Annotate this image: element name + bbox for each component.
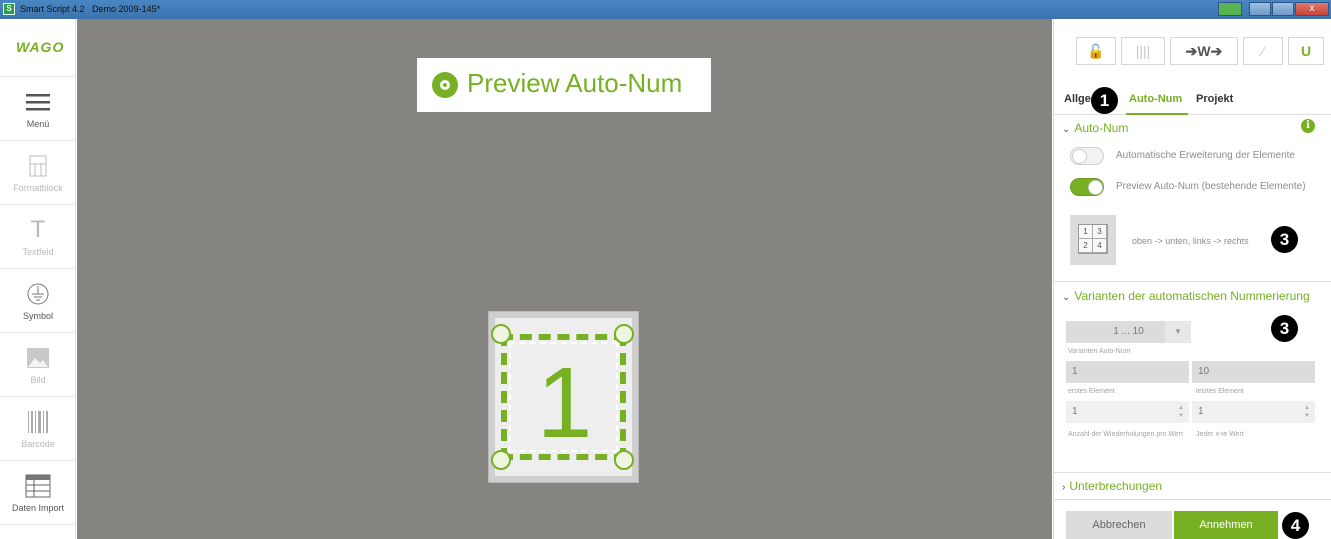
close-icon: x <box>1309 3 1315 14</box>
numbering-order-button[interactable]: 1 3 2 4 <box>1070 215 1116 265</box>
logo-text: WAGO <box>16 39 65 55</box>
design-canvas[interactable]: Preview Auto-Num 1 <box>77 19 1052 539</box>
auto-extend-label: Automatische Erweiterung der Elemente <box>1116 150 1295 161</box>
chevron-down-icon: ▼ <box>1165 321 1191 343</box>
section-title: Unterbrechungen <box>1069 479 1163 493</box>
wand-icon: ⁄ <box>1261 43 1265 59</box>
auto-extend-toggle[interactable] <box>1070 147 1104 165</box>
callout-marker: 4 <box>1282 512 1309 539</box>
sidebar-item-label: Barcode <box>21 439 55 449</box>
update-button[interactable] <box>1218 2 1242 16</box>
active-tab-indicator <box>1126 113 1188 115</box>
preview-banner-text: Preview Auto-Num <box>467 68 683 98</box>
menu-icon <box>26 94 50 111</box>
preview-auto-num-label: Preview Auto-Num (bestehende Elemente) <box>1116 181 1306 192</box>
sidebar-item-formatblock[interactable]: Formatblock <box>0 141 76 205</box>
first-element-caption: erstes Element <box>1068 388 1115 395</box>
columns-icon: |||| <box>1135 43 1151 59</box>
sidebar-item-barcode[interactable]: Barcode <box>0 397 76 461</box>
columns-button[interactable]: |||| <box>1121 37 1165 65</box>
chevron-down-icon: ⌄ <box>1062 124 1071 135</box>
resize-handle-bottom-right[interactable] <box>614 450 634 470</box>
ground-symbol-icon <box>27 283 49 305</box>
sidebar-item-daten-import[interactable]: Daten Import <box>0 461 76 525</box>
width-fit-icon: ➔W➔ <box>1185 43 1223 59</box>
image-icon <box>27 348 49 368</box>
last-element-caption: letztes Element <box>1196 388 1244 395</box>
sidebar-item-menu[interactable]: Menü <box>0 77 76 141</box>
sidebar-item-bild[interactable]: Bild <box>0 333 76 397</box>
minimize-button[interactable] <box>1249 2 1271 16</box>
maximize-button[interactable] <box>1272 2 1294 16</box>
cancel-button[interactable]: Abbrechen <box>1066 511 1172 539</box>
callout-marker: 3 <box>1271 315 1298 342</box>
sidebar-item-label: Bild <box>30 375 46 385</box>
resize-handle-top-right[interactable] <box>614 324 634 344</box>
sidebar-item-textfeld[interactable]: T Textfeld <box>0 205 76 269</box>
accept-button[interactable]: Annehmen <box>1174 511 1278 539</box>
numbering-order-text: oben -> unten, links -> rechts <box>1132 236 1249 246</box>
info-icon[interactable]: i <box>1301 119 1315 133</box>
format-block-icon <box>29 155 47 177</box>
nth-value-stepper[interactable]: 1 ▲ ▼ <box>1192 401 1315 423</box>
window-title: Smart Script 4.2 Demo 2009-145* <box>20 4 160 14</box>
tab-auto-num[interactable]: Auto-Num <box>1129 93 1182 105</box>
chevron-right-icon: › <box>1062 482 1066 493</box>
preview-auto-num-toggle[interactable] <box>1070 178 1104 196</box>
close-button[interactable]: x <box>1295 2 1329 16</box>
document-title: Demo 2009-145* <box>92 4 161 14</box>
last-element-input[interactable]: 10 <box>1192 361 1315 383</box>
sidebar-item-label: Formatblock <box>13 183 63 193</box>
repetitions-stepper[interactable]: 1 ▲ ▼ <box>1066 401 1189 423</box>
sidebar-item-label: Menü <box>26 119 50 129</box>
label-number: 1 <box>536 347 593 459</box>
first-element-input[interactable]: 1 <box>1066 361 1189 383</box>
wand-button[interactable]: ⁄ <box>1243 37 1283 65</box>
barcode-icon <box>28 411 48 433</box>
magnet-button[interactable]: U <box>1288 37 1324 65</box>
variant-caption: Varianten Auto-Num <box>1068 348 1131 355</box>
section-title: Varianten der automatischen Nummerierung <box>1074 289 1310 303</box>
chevron-down-icon: ⌄ <box>1062 292 1071 303</box>
nth-value: 1 <box>1198 406 1204 417</box>
sidebar-item-label: Daten Import <box>11 503 65 513</box>
section-unterbrechungen-header[interactable]: › Unterbrechungen <box>1062 479 1162 493</box>
data-import-icon <box>25 474 51 498</box>
callout-marker: 1 <box>1091 87 1118 114</box>
stepper-arrows[interactable]: ▲ ▼ <box>1303 404 1311 420</box>
nth-value-caption: Jeder x-te Wert <box>1196 431 1244 438</box>
tab-allgemein[interactable]: Allge <box>1064 93 1091 105</box>
eye-icon <box>432 72 458 98</box>
stepper-arrows[interactable]: ▲ ▼ <box>1177 404 1185 420</box>
title-bar: S Smart Script 4.2 Demo 2009-145* x <box>0 0 1331 19</box>
callout-marker: 3 <box>1271 226 1298 253</box>
numbering-order-icon: 1 3 2 4 <box>1078 224 1108 254</box>
resize-handle-top-left[interactable] <box>491 324 511 344</box>
preview-banner: Preview Auto-Num <box>417 58 711 112</box>
marker-label[interactable]: 1 <box>488 311 639 483</box>
section-auto-num-header[interactable]: ⌄ Auto-Num <box>1062 121 1128 135</box>
section-variants-header[interactable]: ⌄ Varianten der automatischen Nummerierun… <box>1062 289 1310 303</box>
text-field-icon: T <box>30 216 46 243</box>
wago-logo: WAGO <box>0 19 76 77</box>
sidebar-item-label: Textfeld <box>22 247 54 257</box>
app-icon: S <box>3 3 15 15</box>
width-fit-button[interactable]: ➔W➔ <box>1170 37 1238 65</box>
magnet-icon: U <box>1300 43 1312 59</box>
variant-select[interactable]: 1 ... 10 ▼ <box>1066 321 1191 343</box>
tab-projekt[interactable]: Projekt <box>1196 93 1233 105</box>
repetitions-caption: Anzahl der Wiederholungen pro Wert <box>1068 431 1184 438</box>
resize-handle-bottom-left[interactable] <box>491 450 511 470</box>
section-title: Auto-Num <box>1074 121 1129 135</box>
lock-icon: 🔓 <box>1087 43 1105 59</box>
app-title: Smart Script 4.2 <box>20 4 85 14</box>
left-toolbar: WAGO Menü Formatblock T Textfeld Symbol … <box>0 19 76 539</box>
lock-button[interactable]: 🔓 <box>1076 37 1116 65</box>
sidebar-item-symbol[interactable]: Symbol <box>0 269 76 333</box>
repetitions-value: 1 <box>1072 406 1078 417</box>
variant-select-value: 1 ... 10 <box>1113 326 1144 337</box>
sidebar-item-label: Symbol <box>22 311 53 321</box>
